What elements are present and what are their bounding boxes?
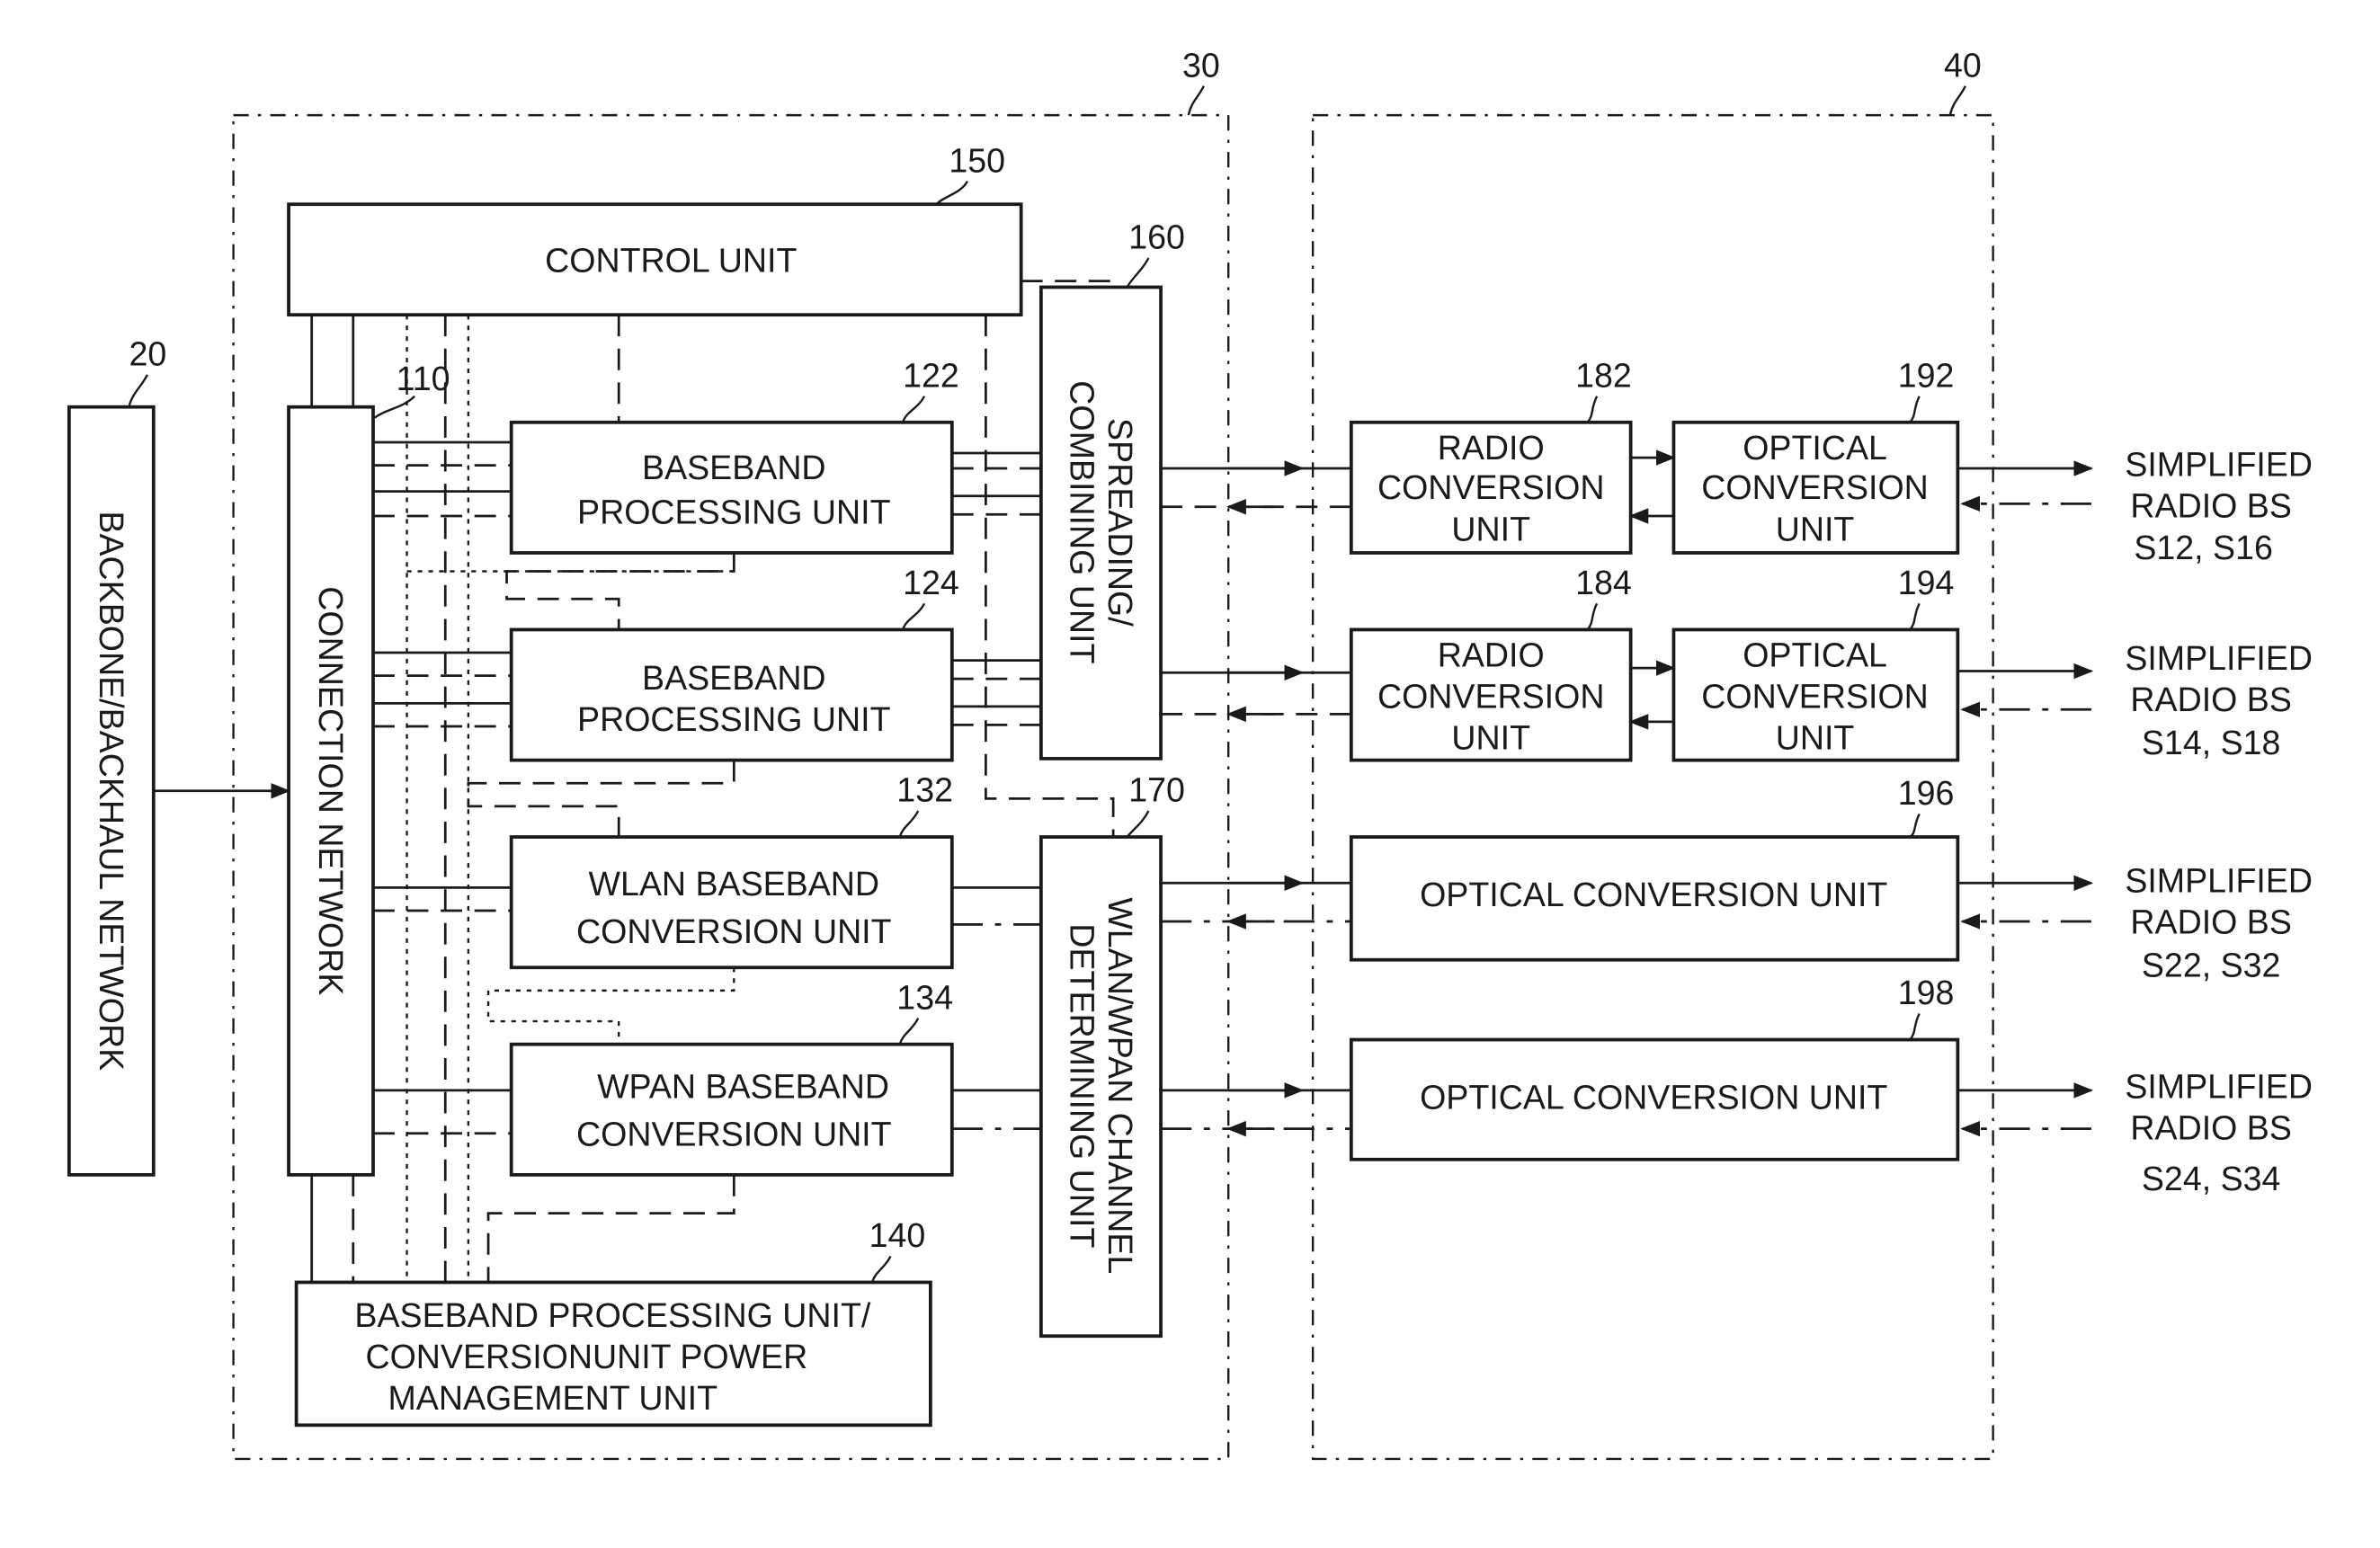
ref-192: 192	[1898, 356, 1955, 394]
spreading-line2: COMBINING UNIT	[1063, 380, 1101, 663]
optical-conversion-unit-196: OPTICAL CONVERSION UNIT 196	[1349, 774, 1960, 962]
baseband-124-line2: PROCESSING UNIT	[577, 700, 891, 738]
ref-134: 134	[896, 978, 953, 1016]
output-3-line2: RADIO BS	[2130, 903, 2291, 941]
wpan-baseband-conversion-unit-134: WPAN BASEBAND CONVERSION UNIT 134	[509, 978, 954, 1177]
radio-182-line2: CONVERSION	[1377, 468, 1605, 506]
ref-20: 20	[129, 335, 166, 373]
conversion-to-channel-links	[951, 886, 1041, 1130]
power-line1: BASEBAND PROCESSING UNIT/	[354, 1296, 870, 1334]
output-2-line2: RADIO BS	[2130, 681, 2291, 718]
spreading-line1: SPREADING/	[1101, 418, 1139, 627]
optical-conversion-unit-192: OPTICAL CONVERSION UNIT 192	[1671, 356, 1960, 555]
power-management-unit-140: BASEBAND PROCESSING UNIT/ CONVERSIONUNIT…	[294, 1216, 932, 1428]
backbone-network-block: BACKBONE/BACKHAUL NETWORK 20	[67, 335, 166, 1177]
baseband-122-line1: BASEBAND	[642, 449, 826, 486]
baseband-122-line2: PROCESSING UNIT	[577, 494, 891, 531]
radio-to-optical-links	[1628, 449, 1676, 730]
radio-conversion-unit-182: RADIO CONVERSION UNIT 182	[1349, 356, 1633, 555]
output-2-line3: S14, S18	[2142, 724, 2281, 761]
output-4-line1: SIMPLIFIED	[2125, 1067, 2313, 1105]
ref-198: 198	[1898, 974, 1955, 1011]
system-block-diagram: 30 40 BACKBONE/BACKHAUL NETWORK 20 CONNE…	[67, 46, 2313, 1461]
output-1-line1: SIMPLIFIED	[2125, 446, 2313, 484]
optical-192-line2: CONVERSION	[1701, 468, 1929, 506]
ref-30: 30	[1182, 46, 1220, 84]
output-3-line1: SIMPLIFIED	[2125, 862, 2313, 900]
connection-links	[372, 440, 512, 1135]
wlan-line2: CONVERSION UNIT	[576, 912, 892, 950]
ref-140: 140	[869, 1216, 926, 1254]
radio-182-line1: RADIO	[1438, 429, 1545, 467]
radio-184-line3: UNIT	[1451, 719, 1530, 757]
optical-194-line3: UNIT	[1776, 719, 1855, 757]
output-label-2: SIMPLIFIED RADIO BS S14, S18	[2125, 639, 2313, 761]
wpan-line1: WPAN BASEBAND	[597, 1067, 889, 1105]
channel-line2: DETERMINING UNIT	[1063, 923, 1101, 1248]
radio-182-line3: UNIT	[1451, 510, 1530, 547]
control-unit-block: CONTROL UNIT 150	[287, 141, 1023, 317]
ref-132: 132	[896, 771, 953, 809]
optical-to-output-links	[1957, 460, 2094, 1137]
optical-198-label: OPTICAL CONVERSION UNIT	[1420, 1078, 1887, 1116]
radio-184-line1: RADIO	[1438, 636, 1545, 673]
ref-182: 182	[1575, 356, 1632, 394]
output-1-line3: S12, S16	[2134, 529, 2273, 566]
ref-122: 122	[903, 356, 959, 394]
radio-conversion-unit-184: RADIO CONVERSION UNIT 184	[1349, 564, 1633, 762]
baseband-processing-unit-122: BASEBAND PROCESSING UNIT 122	[509, 356, 959, 555]
radio-184-line2: CONVERSION	[1377, 678, 1605, 716]
output-label-4: SIMPLIFIED RADIO BS S24, S34	[2125, 1067, 2313, 1197]
spreading-combining-unit-160: SPREADING/ COMBINING UNIT 160	[1038, 218, 1185, 761]
ref-170: 170	[1128, 771, 1185, 809]
power-line3: MANAGEMENT UNIT	[388, 1379, 718, 1417]
ref-196: 196	[1898, 774, 1955, 812]
ref-184: 184	[1575, 564, 1632, 601]
optical-192-line3: UNIT	[1776, 510, 1855, 547]
wpan-line2: CONVERSION UNIT	[576, 1115, 892, 1152]
baseband-processing-unit-124: BASEBAND PROCESSING UNIT 124	[509, 564, 959, 762]
channel-to-optical-links	[1161, 875, 1351, 1137]
optical-196-label: OPTICAL CONVERSION UNIT	[1420, 876, 1887, 913]
connection-network-block: CONNECTION NETWORK 110	[287, 360, 450, 1177]
output-label-3: SIMPLIFIED RADIO BS S22, S32	[2125, 862, 2313, 984]
output-4-line2: RADIO BS	[2130, 1109, 2291, 1147]
control-unit-label: CONTROL UNIT	[545, 241, 797, 279]
output-3-line3: S22, S32	[2142, 946, 2281, 983]
optical-194-line2: CONVERSION	[1701, 678, 1929, 716]
baseband-to-spreading-links	[951, 451, 1041, 726]
output-1-line2: RADIO BS	[2130, 487, 2291, 525]
optical-192-line1: OPTICAL	[1743, 429, 1887, 467]
wlan-line1: WLAN BASEBAND	[589, 865, 879, 903]
connection-network-label: CONNECTION NETWORK	[312, 586, 350, 995]
output-label-1: SIMPLIFIED RADIO BS S12, S16	[2125, 446, 2313, 566]
baseband-124-line1: BASEBAND	[642, 659, 826, 697]
ref-194: 194	[1898, 564, 1955, 601]
wlan-wpan-channel-determining-unit-170: WLAN/WPAN CHANNEL DETERMINING UNIT 170	[1038, 771, 1185, 1339]
optical-conversion-unit-198: OPTICAL CONVERSION UNIT 198	[1349, 974, 1960, 1161]
channel-line1: WLAN/WPAN CHANNEL	[1101, 897, 1139, 1274]
output-4-line3: S24, S34	[2142, 1160, 2281, 1197]
wlan-baseband-conversion-unit-132: WLAN BASEBAND CONVERSION UNIT 132	[509, 771, 954, 970]
ref-124: 124	[903, 564, 959, 601]
ref-150: 150	[949, 141, 1005, 179]
spreading-to-radio-links	[1161, 460, 1351, 723]
ref-40: 40	[1944, 46, 1982, 84]
output-2-line1: SIMPLIFIED	[2125, 639, 2313, 677]
power-line2: CONVERSIONUNIT POWER	[365, 1338, 807, 1375]
backbone-label: BACKBONE/BACKHAUL NETWORK	[93, 511, 130, 1071]
ref-110: 110	[397, 360, 450, 397]
optical-194-line1: OPTICAL	[1743, 636, 1887, 673]
optical-conversion-unit-194: OPTICAL CONVERSION UNIT 194	[1671, 564, 1960, 762]
ref-160: 160	[1128, 218, 1185, 256]
